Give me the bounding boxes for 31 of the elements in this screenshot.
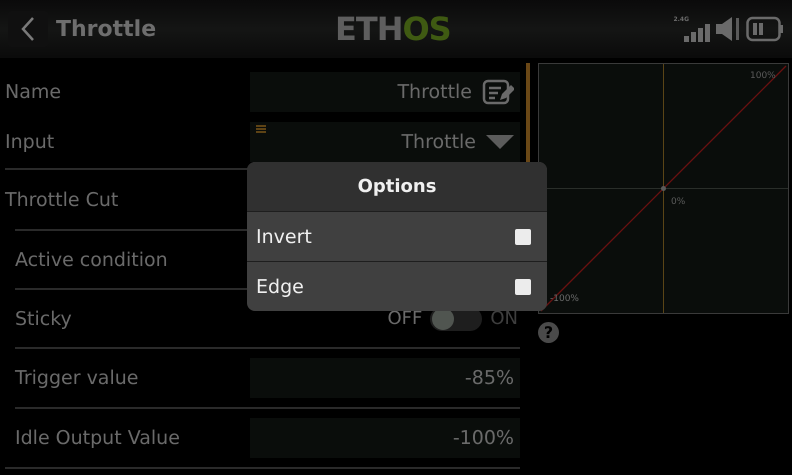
help-button[interactable]: ? (538, 322, 559, 343)
signal-icon (684, 22, 710, 42)
row-label: Throttle Cut (5, 188, 120, 210)
row-label: Input (5, 131, 56, 153)
menu-icon (256, 125, 266, 133)
row-label: Idle Output Value (15, 427, 181, 449)
value-field[interactable]: -100% (250, 418, 520, 458)
center-point (661, 186, 666, 191)
on-label: ON (490, 308, 518, 329)
back-icon (21, 16, 35, 42)
off-label: OFF (387, 308, 422, 329)
name-field[interactable]: Throttle (250, 72, 520, 112)
battery-icon (746, 16, 784, 42)
option-row[interactable]: Edge (247, 262, 547, 311)
value-field[interactable]: -85% (250, 358, 520, 398)
edit-icon (482, 79, 514, 105)
row-label: Sticky (15, 308, 73, 330)
logo: ETHOS (335, 12, 451, 46)
checkbox[interactable] (515, 278, 531, 294)
dialog-title: Options (247, 162, 547, 212)
max-label: 100% (750, 71, 776, 81)
row-label: Name (5, 81, 62, 103)
option-row[interactable]: Invert (247, 212, 547, 262)
dropdown-caret-icon (486, 134, 514, 150)
checkbox[interactable] (515, 228, 531, 244)
row-label: Trigger value (15, 367, 140, 389)
input-select[interactable]: Throttle (250, 122, 520, 162)
speaker-icon (716, 16, 740, 42)
row-label: Active condition (15, 248, 169, 270)
page-title: Throttle (56, 16, 156, 42)
zero-label: 0% (671, 197, 686, 207)
